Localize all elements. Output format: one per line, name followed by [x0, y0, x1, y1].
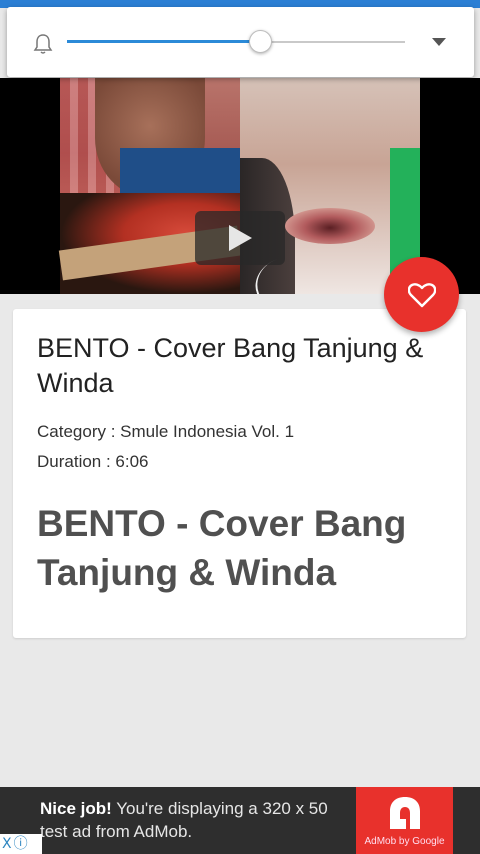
volume-slider-fill [67, 40, 260, 43]
chevron-down-icon[interactable] [432, 38, 446, 46]
ad-text: Nice job! You're displaying a 320 x 50 t… [40, 797, 350, 843]
song-info-card: BENTO - Cover Bang Tanjung & Winda Categ… [13, 309, 466, 638]
ad-close-icon[interactable]: X [2, 834, 12, 854]
volume-slider-thumb[interactable] [248, 30, 272, 53]
ad-headline: Nice job! [40, 799, 112, 818]
singer-lips [285, 208, 375, 244]
volume-panel [7, 7, 474, 77]
play-icon [229, 225, 252, 251]
bell-icon[interactable] [33, 33, 53, 55]
ad-brand: AdMob by Google [364, 836, 445, 847]
admob-icon [390, 797, 420, 829]
ad-choices[interactable]: X ⓘ [0, 834, 42, 854]
song-duration: Duration : 6:06 [37, 452, 149, 471]
song-title: BENTO - Cover Bang Tanjung & Winda [37, 333, 424, 398]
heart-icon [407, 282, 436, 307]
song-title-large: BENTO - Cover Bang Tanjung & Winda [37, 503, 407, 593]
favorite-button[interactable] [384, 257, 459, 332]
ad-info-icon[interactable]: ⓘ [14, 834, 28, 854]
ad-banner[interactable]: Nice job! You're displaying a 320 x 50 t… [0, 787, 480, 854]
admob-logo: AdMob by Google [356, 787, 453, 854]
song-category: Category : Smule Indonesia Vol. 1 [37, 422, 295, 441]
play-button[interactable] [195, 211, 285, 265]
